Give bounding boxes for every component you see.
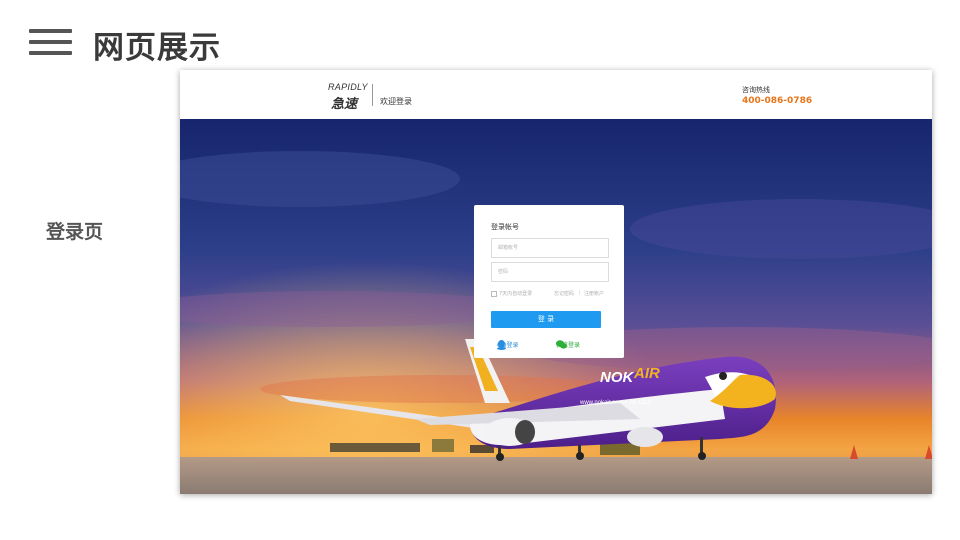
wechat-login-button[interactable]: 微信登录: [556, 340, 580, 349]
section-label: 登录页: [46, 221, 104, 243]
qq-login-button[interactable]: QQ登录: [497, 340, 518, 350]
hotline-label: 咨询热线: [742, 86, 770, 94]
slide-title: 网页展示: [93, 30, 221, 66]
remember-me-checkbox[interactable]: 7天内自动登录: [491, 290, 532, 297]
hotline-number: 400-086-0786: [742, 96, 813, 106]
aircraft-brand-air: AIR: [633, 365, 660, 382]
forgot-password-link[interactable]: 忘记密码: [554, 290, 574, 297]
login-card: 登录帐号 邮箱帐号 密码 7天内自动登录 忘记密码 | 注册帐户 登 录 QQ登…: [474, 205, 624, 358]
logo-chinese[interactable]: 急速: [331, 93, 357, 112]
site-header: RAPIDLY 急速 欢迎登录 咨询热线 400-086-0786: [180, 70, 932, 119]
login-card-title: 登录帐号: [491, 223, 519, 231]
welcome-text: 欢迎登录: [380, 97, 412, 106]
account-input[interactable]: 邮箱帐号: [491, 238, 609, 258]
password-input[interactable]: 密码: [491, 262, 609, 282]
logo-english[interactable]: RAPIDLY: [328, 82, 368, 92]
qq-icon: [497, 340, 506, 350]
wechat-icon: [556, 340, 567, 349]
checkbox-icon[interactable]: [491, 290, 497, 297]
remember-me-label: 7天内自动登录: [499, 291, 533, 297]
hero-background: NOK AIR www.nokair.com • Tel.1318 登录帐号 邮…: [180, 119, 932, 494]
link-separator: |: [579, 290, 581, 296]
aircraft-brand-nok: NOK: [600, 369, 635, 386]
hamburger-menu-icon[interactable]: [29, 29, 72, 55]
logo-divider: [372, 84, 373, 106]
register-link[interactable]: 注册帐户: [584, 290, 604, 297]
login-page-screenshot: RAPIDLY 急速 欢迎登录 咨询热线 400-086-0786 NOK AI…: [180, 70, 932, 494]
login-button[interactable]: 登 录: [491, 311, 601, 328]
